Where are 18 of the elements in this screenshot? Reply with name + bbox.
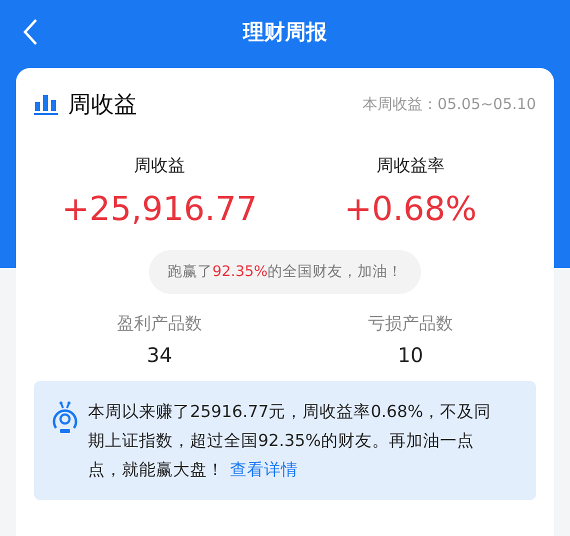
count-value: 10 [398, 343, 424, 367]
back-button[interactable] [22, 18, 38, 46]
summary-text: 本周以来赚了25916.77元，周收益率0.68%，不及同期上证指数，超过全国92.35%的财友。再加油一点点，就能赢大盘！ 查看详情 [88, 401, 492, 481]
count-value: 34 [146, 343, 172, 367]
stat-value: +0.68% [344, 189, 477, 228]
page-title: 理财周报 [243, 19, 327, 46]
stat-label: 周收益 [134, 155, 185, 177]
details-link[interactable]: 查看详情 [230, 460, 298, 479]
back-icon [22, 18, 38, 46]
period-label: 本周收益：05.05~05.10 [362, 94, 536, 114]
count-label: 亏损产品数 [368, 313, 453, 335]
robot-icon [52, 401, 78, 435]
rank-pill: 跑赢了 92.35%的全国财友，加油！ [149, 250, 421, 294]
stat-value: +25,916.77 [62, 189, 258, 228]
bar-chart-icon [34, 93, 58, 115]
stat-label: 周收益率 [376, 155, 444, 177]
card-title: 周收益 [68, 90, 137, 120]
count-label: 盈利产品数 [117, 313, 202, 335]
